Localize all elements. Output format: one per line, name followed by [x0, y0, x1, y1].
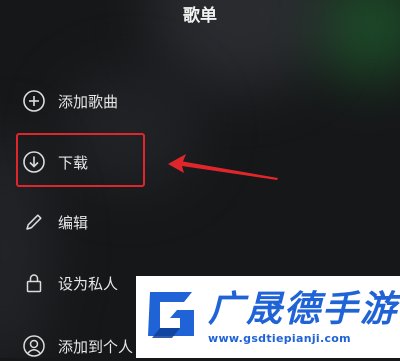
plus-circle-icon	[22, 89, 46, 113]
menu-item-label: 添加歌曲	[58, 92, 119, 111]
lock-icon	[22, 271, 46, 295]
watermark-url: www.gsdtiepianji.com	[208, 332, 351, 345]
menu-item-label: 编辑	[58, 213, 89, 232]
red-arrow-icon	[168, 154, 278, 180]
menu-item-edit[interactable]: 编辑	[22, 207, 88, 237]
pencil-icon	[22, 210, 46, 234]
highlight-box	[16, 133, 145, 187]
watermark-title: 广晟德手游	[208, 289, 399, 330]
menu-item-add-songs[interactable]: 添加歌曲	[22, 86, 118, 116]
brand-logo-icon	[140, 284, 202, 350]
menu-item-set-private[interactable]: 设为私人	[22, 268, 118, 298]
menu-item-add-to-profile[interactable]: 添加到个人	[22, 331, 133, 361]
page-title: 歌单	[183, 6, 217, 26]
person-icon	[22, 334, 46, 358]
watermark-banner: 广晟德手游 www.gsdtiepianji.com	[136, 276, 400, 358]
menu-item-label: 设为私人	[58, 274, 119, 293]
menu-item-label: 添加到个人	[58, 337, 134, 356]
